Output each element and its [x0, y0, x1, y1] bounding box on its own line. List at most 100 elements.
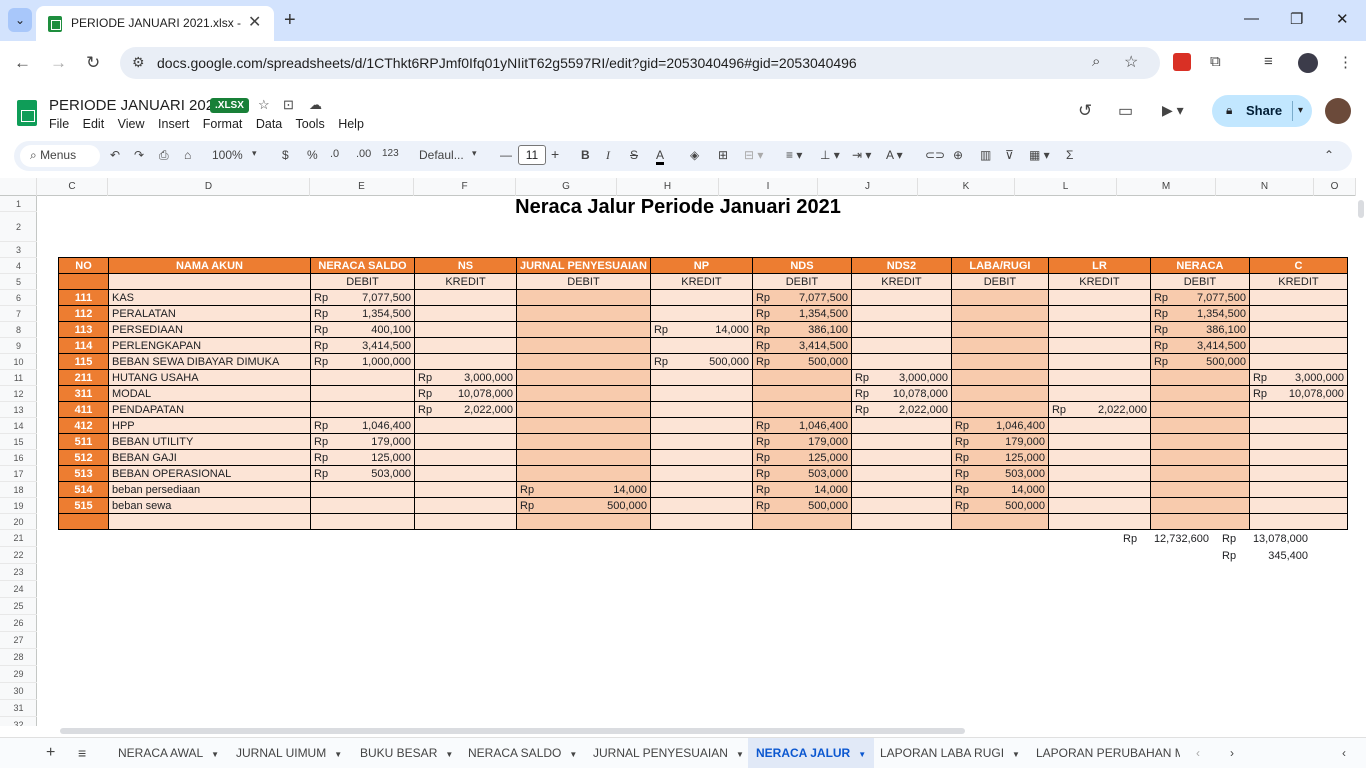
- document-title[interactable]: PERIODE JANUARI 2021: [49, 97, 222, 114]
- amount-cell[interactable]: Rp 500,000: [751, 497, 852, 514]
- account-name-cell[interactable]: PERLENGKAPAN: [108, 337, 311, 354]
- row-header[interactable]: 23: [0, 564, 37, 581]
- browser-tab[interactable]: PERIODE JANUARI 2021.xlsx - G ✕: [36, 6, 274, 41]
- amount-cell[interactable]: Rp 1,354,500: [751, 305, 852, 322]
- row-header[interactable]: 19: [0, 498, 37, 514]
- amount-cell[interactable]: [850, 305, 952, 322]
- amount-cell[interactable]: [1248, 433, 1348, 450]
- comments-icon[interactable]: ▭: [1118, 101, 1133, 121]
- amount-cell[interactable]: Rp 125,000: [310, 449, 415, 466]
- header-cell[interactable]: NO: [58, 257, 109, 274]
- amount-cell[interactable]: Rp 500,000: [751, 353, 852, 370]
- percent-format-button[interactable]: %: [307, 148, 318, 162]
- row-header[interactable]: 30: [0, 683, 37, 700]
- row-header[interactable]: 11: [0, 370, 37, 386]
- column-header[interactable]: C: [37, 178, 108, 196]
- row-header[interactable]: 31: [0, 700, 37, 717]
- amount-cell[interactable]: [649, 401, 753, 418]
- amount-cell[interactable]: Rp 179,000: [751, 433, 852, 450]
- row-header[interactable]: 25: [0, 598, 37, 615]
- amount-cell[interactable]: [649, 481, 753, 498]
- subheader-cell[interactable]: DEBIT: [950, 273, 1049, 290]
- column-header[interactable]: F: [414, 178, 516, 196]
- amount-cell[interactable]: [310, 369, 415, 386]
- amount-cell[interactable]: [1047, 305, 1151, 322]
- sheets-logo-icon[interactable]: [17, 100, 37, 126]
- vertical-align-icon[interactable]: ⊥ ▾: [820, 148, 840, 162]
- more-formats-button[interactable]: 123: [382, 148, 399, 159]
- amount-cell[interactable]: [850, 337, 952, 354]
- amount-cell[interactable]: Rp 14,000: [950, 481, 1049, 498]
- subheader-cell[interactable]: KREDIT: [649, 273, 753, 290]
- amount-cell[interactable]: [850, 513, 952, 530]
- amount-cell[interactable]: [516, 369, 651, 386]
- amount-cell[interactable]: Rp 500,000: [1149, 353, 1250, 370]
- all-sheets-icon[interactable]: ≡: [70, 738, 94, 768]
- subheader-cell[interactable]: DEBIT: [516, 273, 651, 290]
- move-folder-icon[interactable]: ⊡: [283, 97, 294, 113]
- row-header[interactable]: 27: [0, 632, 37, 649]
- share-button[interactable]: 🔒︎ Share ▾: [1212, 95, 1312, 127]
- collapse-toolbar-icon[interactable]: ⌃: [1324, 148, 1334, 162]
- amount-cell[interactable]: [1248, 321, 1348, 338]
- total-cell-m21[interactable]: Rp 12,732,600: [1123, 533, 1209, 545]
- account-name-cell[interactable]: [108, 513, 311, 530]
- amount-cell[interactable]: Rp 179,000: [950, 433, 1049, 450]
- column-header[interactable]: I: [719, 178, 818, 196]
- text-wrap-icon[interactable]: ⇥ ▾: [852, 148, 871, 162]
- redo-icon[interactable]: ↷: [134, 148, 144, 162]
- amount-cell[interactable]: [1248, 497, 1348, 514]
- bookmark-star-icon[interactable]: ☆: [1124, 52, 1138, 72]
- scroll-tabs-right-icon[interactable]: ›: [1222, 738, 1242, 768]
- row-header[interactable]: 7: [0, 306, 37, 322]
- strikethrough-icon[interactable]: S: [630, 148, 638, 162]
- restore-icon[interactable]: ❐: [1290, 10, 1303, 28]
- amount-cell[interactable]: [1248, 481, 1348, 498]
- fill-color-icon[interactable]: ◈: [690, 148, 699, 162]
- scroll-tabs-left-icon[interactable]: ‹: [1188, 738, 1208, 768]
- amount-cell[interactable]: Rp 3,000,000: [414, 369, 517, 386]
- amount-cell[interactable]: [414, 513, 517, 530]
- amount-cell[interactable]: [1248, 417, 1348, 434]
- row-header[interactable]: 21: [0, 530, 37, 547]
- decrease-font-size-icon[interactable]: —: [500, 148, 512, 162]
- amount-cell[interactable]: Rp 400,100: [310, 321, 415, 338]
- amount-cell[interactable]: [1149, 433, 1250, 450]
- amount-cell[interactable]: [414, 433, 517, 450]
- insert-link-icon[interactable]: ⊂⊃: [925, 148, 945, 162]
- subheader-cell[interactable]: KREDIT: [414, 273, 517, 290]
- header-cell[interactable]: JURNAL PENYESUAIAN: [516, 257, 651, 274]
- spreadsheet-grid[interactable]: C D E F G H I J K L M N O 1 2 3 4 5 6 7 8 9 10 11 1…: [0, 178, 1356, 726]
- amount-cell[interactable]: [1248, 513, 1348, 530]
- amount-cell[interactable]: [414, 305, 517, 322]
- amount-cell[interactable]: Rp 500,000: [649, 353, 753, 370]
- amount-cell[interactable]: [516, 449, 651, 466]
- column-header[interactable]: L: [1015, 178, 1117, 196]
- amount-cell[interactable]: Rp 10,078,000: [414, 385, 517, 402]
- amount-cell[interactable]: Rp 503,000: [751, 465, 852, 482]
- amount-cell[interactable]: Rp 10,078,000: [1248, 385, 1348, 402]
- sheet-tab-menu-icon[interactable]: ▼: [1012, 750, 1020, 759]
- amount-cell[interactable]: [850, 321, 952, 338]
- row-header[interactable]: 16: [0, 450, 37, 466]
- sheet-tab[interactable]: NERACA JALUR ▼: [748, 738, 875, 768]
- amount-cell[interactable]: [1248, 353, 1348, 370]
- account-number-cell[interactable]: 114: [58, 337, 109, 354]
- account-name-cell[interactable]: KAS: [108, 289, 311, 306]
- account-name-cell[interactable]: PERSEDIAAN: [108, 321, 311, 338]
- omnibox[interactable]: ⚙ docs.google.com/spreadsheets/d/1CThkt6…: [120, 47, 1160, 79]
- amount-cell[interactable]: [950, 385, 1049, 402]
- amount-cell[interactable]: [1047, 289, 1151, 306]
- column-header[interactable]: J: [818, 178, 918, 196]
- account-name-cell[interactable]: HUTANG USAHA: [108, 369, 311, 386]
- amount-cell[interactable]: [1047, 369, 1151, 386]
- row-header[interactable]: 28: [0, 649, 37, 666]
- italic-icon[interactable]: I: [606, 148, 610, 163]
- column-header[interactable]: D: [108, 178, 310, 196]
- amount-cell[interactable]: [751, 385, 852, 402]
- amount-cell[interactable]: [1248, 449, 1348, 466]
- amount-cell[interactable]: [1047, 481, 1151, 498]
- amount-cell[interactable]: [310, 385, 415, 402]
- amount-cell[interactable]: [649, 337, 753, 354]
- subheader-cell[interactable]: KREDIT: [850, 273, 952, 290]
